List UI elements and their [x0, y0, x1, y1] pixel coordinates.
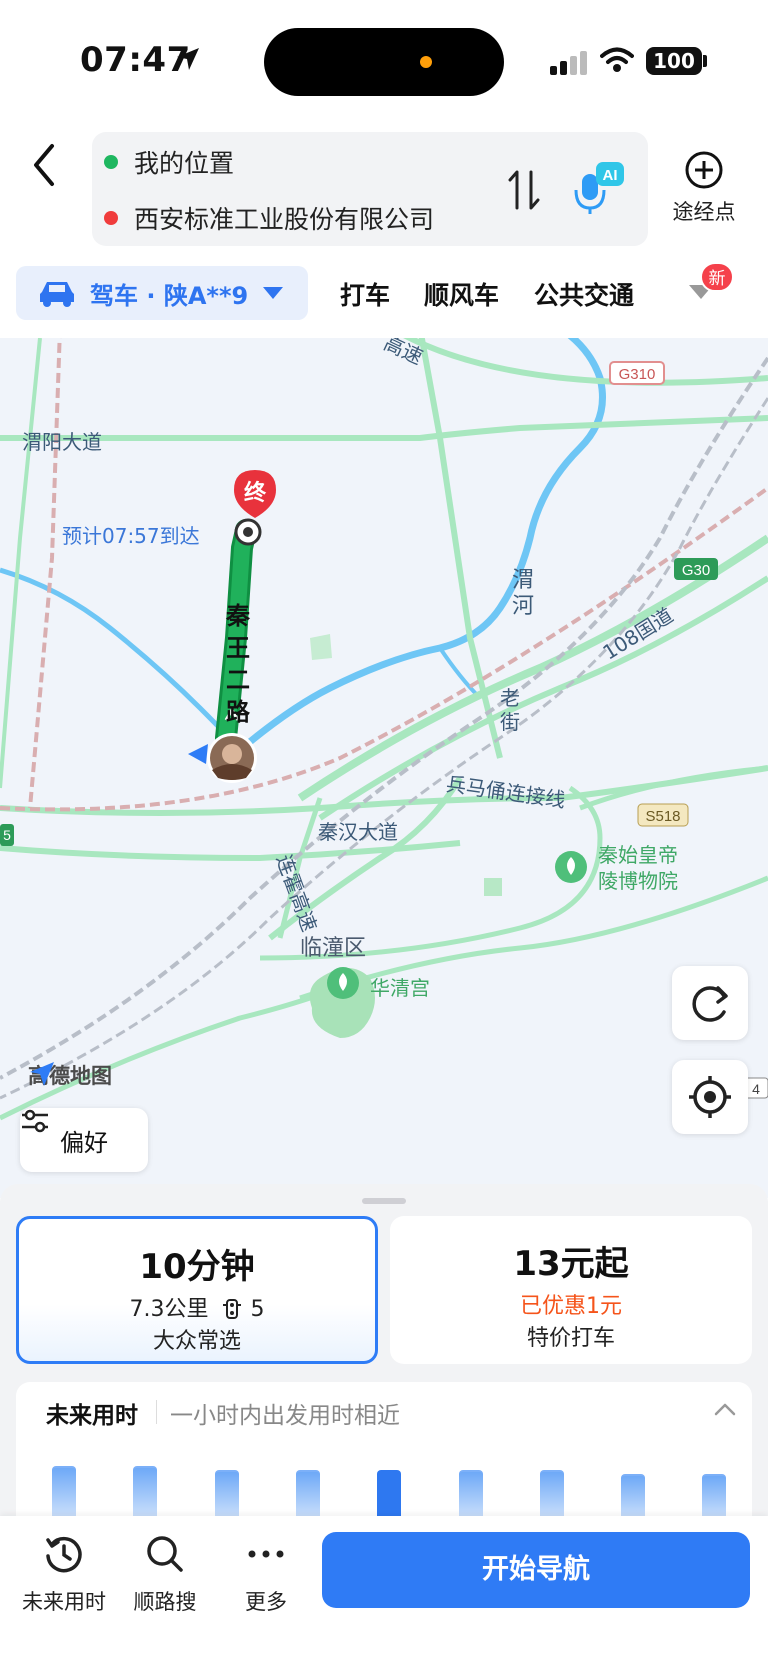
start-navigation-button[interactable]: 开始导航: [322, 1532, 750, 1608]
route-card-taxi[interactable]: 13元起 已优惠1元 特价打车: [390, 1216, 752, 1364]
my-location-avatar: [188, 733, 257, 783]
destination-dot-icon: [104, 211, 118, 225]
future-time-button-label: 未来用时: [22, 1590, 106, 1614]
map-label-qinhan: 秦汉大道: [318, 820, 398, 844]
road-shield-4: 4: [752, 1081, 760, 1097]
privacy-indicator-icon: [420, 56, 432, 68]
origin-field[interactable]: 我的位置: [104, 142, 234, 182]
end-marker-label: 终: [244, 480, 267, 506]
origin-dot-icon: [104, 155, 118, 169]
amap-logo-icon: [30, 1062, 54, 1086]
drive-mode-tab[interactable]: 驾车 · 陕A**9: [16, 266, 308, 320]
future-time-desc: 一小时内出发用时相近: [170, 1403, 400, 1429]
scenic-spot-icon: [555, 851, 587, 883]
search-icon: [147, 1536, 183, 1572]
route-distance: 7.3公里: [129, 1297, 209, 1322]
taxi-price: 13元起: [513, 1244, 629, 1284]
crosshair-icon: [689, 1076, 731, 1118]
swap-icon[interactable]: [506, 168, 542, 212]
waypoint-label: 途经点: [672, 200, 736, 224]
tab-transit[interactable]: 公共交通: [534, 276, 634, 312]
map-view[interactable]: G310 G30 S518 4 5 渭阳大道 高速 渭河 108国道 老街 兵马…: [0, 338, 768, 1198]
status-bar: 07:47 100: [0, 0, 768, 118]
chevron-up-icon[interactable]: [714, 1402, 736, 1416]
app-root: 07:47 100 我的位置 西安标准工业股份有限公司 AI 途经点 驾车 · …: [0, 0, 768, 1670]
g310-shield: G310: [619, 366, 656, 383]
add-circle-icon: [685, 151, 723, 189]
future-time-title: 未来用时: [46, 1403, 138, 1429]
amap-logo: 高德地图: [28, 1060, 112, 1090]
car-icon: [40, 282, 74, 307]
new-badge: 新: [700, 262, 734, 292]
map-canvas: G310 G30 S518 4 5: [0, 338, 768, 1121]
route-duration: 10分钟: [139, 1247, 255, 1287]
route-tag: 大众常选: [152, 1329, 241, 1354]
search-along-label: 顺路搜: [133, 1590, 197, 1614]
sheet-grabber[interactable]: [362, 1198, 406, 1204]
chevron-down-icon: [263, 287, 284, 299]
map-label-weiyang: 渭阳大道: [22, 430, 102, 454]
origin-label: 我的位置: [134, 149, 235, 178]
add-waypoint-button[interactable]: 途经点: [664, 150, 744, 230]
preference-label: 偏好: [60, 1128, 108, 1157]
more-label: 更多: [245, 1590, 287, 1614]
destination-label: 西安标准工业股份有限公司: [134, 205, 435, 234]
battery-tip: [703, 55, 707, 67]
end-marker-icon: 终: [234, 470, 276, 546]
refresh-button[interactable]: [672, 966, 748, 1040]
s518-shield: S518: [645, 808, 680, 825]
drive-mode-label: 驾车 · 陕A**9: [90, 281, 249, 310]
road-shield-5: 5: [3, 827, 11, 843]
traffic-light-icon: [222, 1299, 241, 1319]
map-label-lintong: 临潼区: [300, 936, 367, 961]
ai-badge: AI: [603, 167, 618, 184]
ai-voice-icon[interactable]: AI: [574, 160, 626, 216]
destination-field[interactable]: 西安标准工业股份有限公司: [104, 198, 434, 238]
map-label-huaqing: 华清宫: [370, 976, 430, 1000]
location-arrow-icon: [177, 48, 199, 70]
future-time-button[interactable]: 未来用时: [14, 1534, 114, 1624]
eta-label: 预计07:57到达: [62, 524, 200, 548]
taxi-discount: 已优惠1元: [520, 1294, 622, 1319]
tab-taxi[interactable]: 打车: [340, 276, 390, 312]
divider: [156, 1400, 157, 1424]
more-button[interactable]: 更多: [216, 1534, 316, 1624]
dynamic-island: [264, 28, 504, 96]
wifi-icon: [600, 47, 634, 72]
future-time-panel: 未来用时 一小时内出发用时相近: [16, 1382, 752, 1532]
back-icon[interactable]: [24, 140, 64, 190]
locate-button[interactable]: [672, 1060, 748, 1134]
cellular-signal-icon: [550, 51, 587, 75]
scenic-spot-icon: [327, 967, 359, 999]
traffic-light-count: 5: [250, 1297, 265, 1322]
route-card-drive[interactable]: 10分钟 7.3公里 5 大众常选: [16, 1216, 378, 1364]
sliders-icon: [22, 1109, 48, 1133]
route-road-label: 秦王二路: [226, 602, 250, 726]
g30-shield: G30: [682, 562, 710, 579]
map-label-wei-river: 渭河: [512, 568, 535, 619]
map-label-laojie: 老街: [500, 686, 520, 734]
taxi-tag: 特价打车: [526, 1326, 615, 1351]
clock-history-icon: [46, 1536, 82, 1573]
search-along-button[interactable]: 顺路搜: [115, 1534, 215, 1624]
battery-level: 100: [646, 47, 702, 75]
map-label-mausoleum: 秦始皇帝陵博物院: [598, 843, 678, 893]
tab-carpool[interactable]: 顺风车: [424, 276, 499, 312]
refresh-icon: [692, 986, 728, 1022]
preference-button[interactable]: 偏好: [20, 1108, 148, 1172]
more-dots-icon: [248, 1550, 284, 1558]
route-summary: 7.3公里 5: [19, 1291, 375, 1323]
